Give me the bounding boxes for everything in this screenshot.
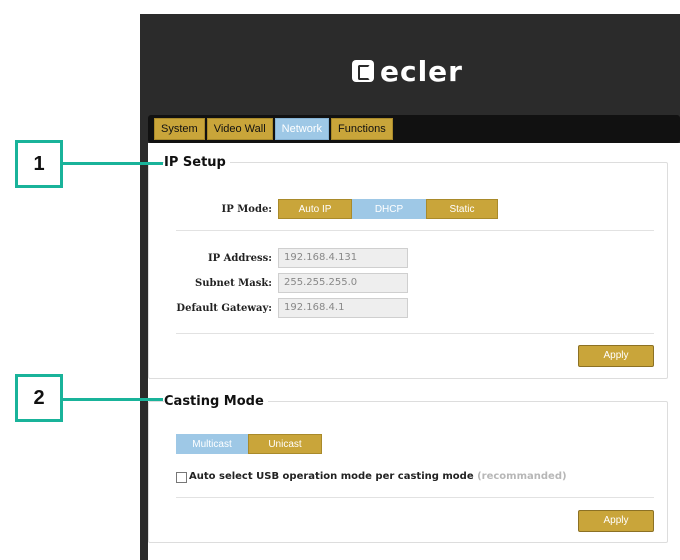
casting-apply-button[interactable]: Apply	[578, 510, 654, 532]
tab-system[interactable]: System	[154, 118, 205, 140]
ip-mode-static-button[interactable]: Static	[426, 199, 498, 219]
default-gateway-field[interactable]: 192.168.4.1	[278, 298, 408, 318]
logo-text: ecler	[380, 54, 463, 88]
callout-1: 1	[15, 140, 63, 188]
ip-setup-apply-button[interactable]: Apply	[578, 345, 654, 367]
nav-tabs: System Video Wall Network Functions	[148, 115, 680, 143]
default-gateway-label: Default Gateway:	[176, 303, 272, 314]
callout-2: 2	[15, 374, 63, 422]
divider	[176, 230, 654, 231]
subnet-mask-field[interactable]: 255.255.255.0	[278, 273, 408, 293]
ip-setup-title: IP Setup	[164, 155, 230, 170]
casting-mode-title: Casting Mode	[164, 394, 268, 409]
ecler-logo-icon	[352, 60, 374, 82]
usb-auto-select-checkbox[interactable]	[176, 472, 187, 483]
callout-2-leader	[63, 398, 163, 401]
brand-logo: ecler	[352, 54, 463, 88]
ip-address-label: IP Address:	[207, 253, 272, 264]
divider	[176, 497, 654, 498]
ip-mode-label: IP Mode:	[221, 204, 272, 215]
ip-mode-dhcp-button[interactable]: DHCP	[352, 199, 426, 219]
casting-unicast-button[interactable]: Unicast	[248, 434, 322, 454]
usb-auto-select-label: Auto select USB operation mode per casti…	[189, 471, 567, 482]
casting-multicast-button[interactable]: Multicast	[176, 434, 248, 454]
ip-mode-auto-ip-button[interactable]: Auto IP	[278, 199, 352, 219]
tab-video-wall[interactable]: Video Wall	[206, 118, 273, 140]
ip-address-field[interactable]: 192.168.4.131	[278, 248, 408, 268]
tab-network[interactable]: Network	[274, 118, 330, 140]
callout-1-leader	[63, 162, 163, 165]
divider	[176, 333, 654, 334]
subnet-mask-label: Subnet Mask:	[194, 278, 272, 289]
tab-functions[interactable]: Functions	[331, 118, 393, 140]
recommended-hint: (recommanded)	[477, 471, 567, 482]
usb-auto-select-text: Auto select USB operation mode per casti…	[189, 471, 474, 482]
